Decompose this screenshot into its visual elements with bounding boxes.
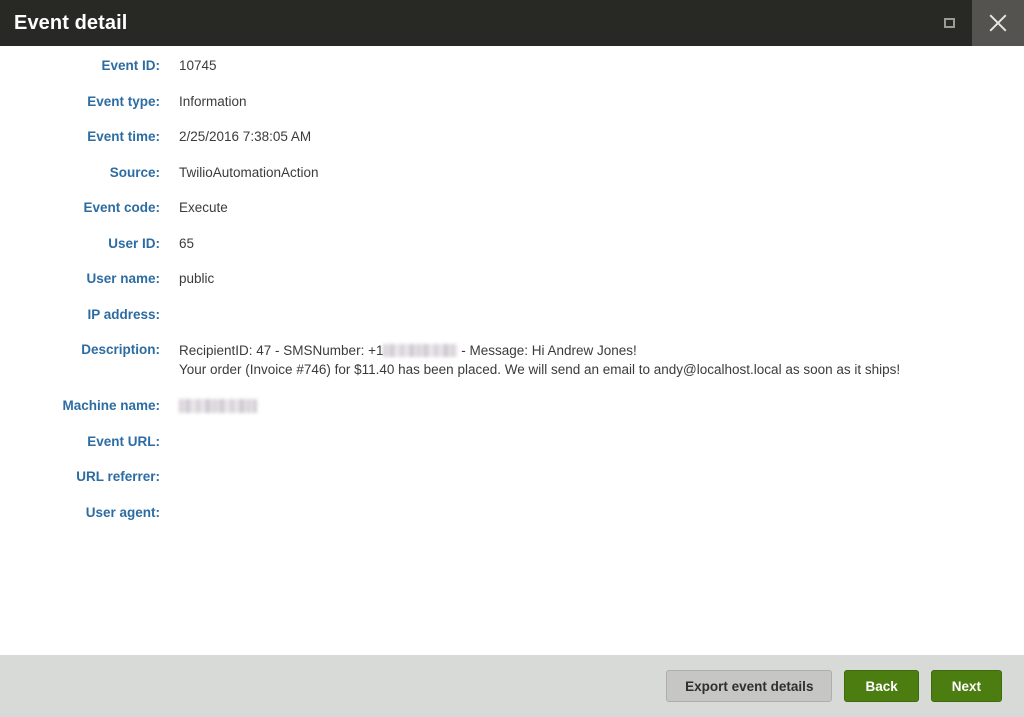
field-label-event-url: Event URL:	[87, 433, 160, 449]
next-button[interactable]: Next	[930, 670, 1002, 702]
restore-window-button[interactable]	[926, 0, 972, 46]
field-label-event-time: Event time:	[87, 129, 160, 144]
export-event-details-button[interactable]: Export event details	[666, 670, 833, 702]
description-line-2: Your order (Invoice #746) for $11.40 has…	[179, 362, 901, 377]
field-label-event-type: Event type:	[87, 93, 160, 109]
field-value-source: TwilioAutomationAction	[179, 164, 319, 180]
window-titlebar: Event detail	[0, 0, 1024, 46]
close-window-button[interactable]	[972, 0, 1024, 46]
close-icon	[987, 12, 1009, 34]
field-row-user-agent: User agent:	[0, 501, 1024, 537]
field-value-event-type: Information	[179, 93, 247, 109]
field-value-event-time: 2/25/2016 7:38:05 AM	[179, 129, 312, 144]
field-label-event-code: Event code:	[83, 200, 160, 215]
window-title: Event detail	[14, 11, 128, 34]
field-row-event-type: Event type: Information	[0, 90, 1024, 126]
restore-window-icon	[943, 18, 955, 28]
field-label-user-id: User ID:	[108, 235, 160, 251]
field-label-ip-address: IP address:	[87, 306, 160, 322]
field-label-machine-name: Machine name:	[62, 398, 160, 413]
field-label-description: Description:	[81, 342, 160, 357]
field-label-event-id: Event ID:	[101, 58, 160, 73]
redacted-phone-number	[383, 344, 458, 357]
field-row-event-id: Event ID: 10745	[0, 54, 1024, 90]
field-row-ip-address: IP address:	[0, 303, 1024, 339]
event-detail-body: Event ID: 10745 Event type: Information …	[0, 46, 1024, 655]
field-row-event-url: Event URL:	[0, 430, 1024, 466]
field-row-user-id: User ID: 65	[0, 232, 1024, 268]
dialog-footer: Export event details Back Next	[0, 655, 1024, 717]
field-value-user-id: 65	[179, 235, 195, 251]
field-label-source: Source:	[109, 164, 160, 180]
field-row-source: Source: TwilioAutomationAction	[0, 161, 1024, 197]
back-button[interactable]: Back	[844, 670, 919, 702]
field-row-url-referrer: URL referrer:	[0, 465, 1024, 501]
description-line-1-prefix: RecipientID: 47 - SMSNumber: +1	[179, 343, 384, 358]
redacted-machine-name	[179, 399, 257, 413]
field-row-event-code: Event code: Execute	[0, 196, 1024, 232]
field-value-event-id: 10745	[179, 58, 217, 73]
field-row-description: Description: RecipientID: 47 - SMSNumber…	[0, 338, 1024, 394]
field-row-event-time: Event time: 2/25/2016 7:38:05 AM	[0, 125, 1024, 161]
description-line-1-suffix: - Message: Hi Andrew Jones!	[457, 343, 637, 358]
field-label-url-referrer: URL referrer:	[76, 469, 160, 484]
description-line-1: RecipientID: 47 - SMSNumber: +1 - Messag…	[179, 341, 900, 360]
event-detail-window: Event detail Event ID: 10745 Event type:…	[0, 0, 1024, 717]
field-value-description: RecipientID: 47 - SMSNumber: +1 - Messag…	[179, 338, 900, 379]
field-label-user-agent: User agent:	[85, 504, 160, 520]
field-row-user-name: User name: public	[0, 267, 1024, 303]
field-row-machine-name: Machine name:	[0, 394, 1024, 430]
field-value-user-name: public	[179, 271, 215, 286]
field-label-user-name: User name:	[86, 271, 160, 286]
field-value-machine-name	[179, 394, 257, 415]
field-value-event-code: Execute	[179, 200, 228, 215]
